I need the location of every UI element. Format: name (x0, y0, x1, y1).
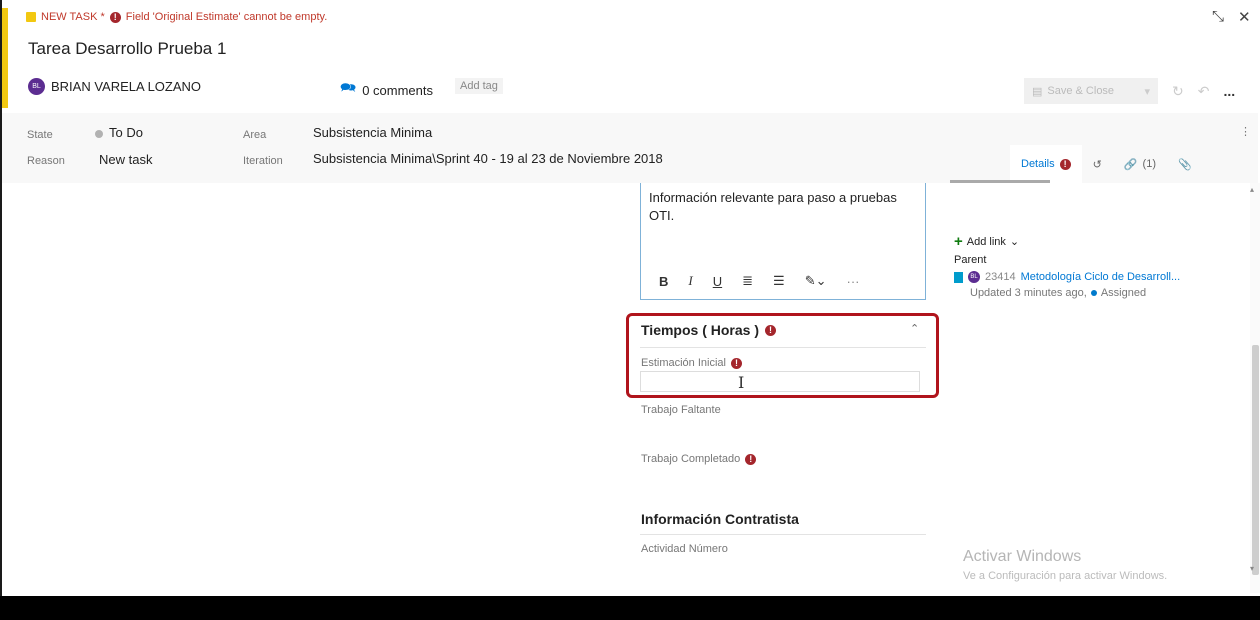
bold-button[interactable]: B (659, 274, 668, 289)
error-icon: ! (1059, 158, 1071, 170)
state-label: State (27, 129, 53, 141)
add-link-button[interactable]: + Add link ⌄ (954, 233, 1019, 250)
watermark-title: Activar Windows (963, 548, 1082, 565)
bottom-bar (0, 596, 1260, 620)
toolbar: ▤ Save & Close ▾ ↻ ↶ ... (1024, 78, 1235, 104)
comments-link[interactable]: 🗪 0 comments (340, 79, 433, 101)
tab-bar: Details ! ↺ 🔗 (1) 📎 (1010, 145, 1203, 183)
iteration-field[interactable]: Subsistencia Minima\Sprint 40 - 19 al 23… (313, 151, 663, 166)
avatar: BL (968, 271, 980, 283)
task-color-bar (2, 8, 8, 108)
iteration-label: Iteration (243, 155, 283, 167)
trabajo-completado-text: Trabajo Completado (641, 453, 741, 465)
tab-details-label: Details (1021, 158, 1055, 170)
state-dot-icon (95, 129, 103, 138)
plus-icon: + (954, 233, 963, 250)
error-icon: ! (745, 453, 757, 465)
links-count: (1) (1142, 158, 1156, 170)
assigned-to[interactable]: BL BRIAN VARELA LOZANO (28, 78, 201, 95)
reason-field[interactable]: New task (99, 152, 152, 167)
book-icon (954, 271, 963, 283)
related-work-heading (950, 180, 1050, 183)
error-message: Field 'Original Estimate' cannot be empt… (125, 11, 328, 23)
section-divider (640, 534, 926, 535)
link-icon: 🔗 (1123, 158, 1138, 171)
more-actions-icon[interactable]: ... (1223, 83, 1235, 99)
work-item-title[interactable]: Tarea Desarrollo Prueba 1 (28, 39, 226, 59)
avatar: BL (28, 78, 45, 95)
reason-label: Reason (27, 155, 65, 167)
scrollbar-thumb[interactable] (1252, 345, 1259, 575)
fields-more-icon[interactable]: ⋮ (1240, 125, 1251, 138)
tab-history[interactable]: ↺ (1082, 145, 1113, 183)
comments-count: 0 comments (362, 82, 433, 98)
comment-icon: 🗪 (340, 80, 357, 95)
parent-heading: Parent (954, 254, 987, 266)
history-icon: ↺ (1092, 158, 1102, 171)
trabajo-faltante-label: Trabajo Faltante (641, 404, 721, 416)
close-icon[interactable]: ✕ (1238, 8, 1251, 26)
assigned-to-name: BRIAN VARELA LOZANO (51, 79, 202, 94)
undo-icon[interactable]: ↶ (1198, 83, 1210, 100)
updated-text: Updated 3 minutes ago, (970, 287, 1087, 299)
area-label: Area (243, 129, 267, 141)
trabajo-completado-label: Trabajo Completado ! (641, 453, 757, 465)
state-value: To Do (109, 125, 143, 140)
watermark-subtitle: Ve a Configuración para activar Windows. (963, 570, 1168, 582)
parent-link-row[interactable]: BL 23414 Metodología Ciclo de Desarroll.… (954, 271, 1180, 283)
bullet-list-icon[interactable]: ≣ (742, 273, 753, 289)
parent-updated: Updated 3 minutes ago, Assigned (970, 287, 1146, 299)
chevron-down-icon: ⌄ (1009, 236, 1020, 248)
description-editor[interactable]: Información relevante para paso a prueba… (640, 183, 926, 300)
save-close-button[interactable]: ▤ Save & Close ▾ (1024, 78, 1158, 104)
save-close-label: Save & Close (1047, 85, 1115, 97)
scroll-down-icon[interactable]: ▾ (1250, 564, 1254, 573)
add-tag-button[interactable]: Add tag (455, 78, 503, 94)
task-type-icon (26, 12, 36, 22)
numbered-list-icon[interactable]: ☰ (773, 273, 785, 289)
status-dot-icon (1090, 290, 1097, 296)
work-item-type: NEW TASK * (41, 11, 105, 23)
parent-title-link[interactable]: Metodología Ciclo de Desarroll... (1021, 271, 1181, 283)
status-text: Assigned (1100, 287, 1147, 299)
add-link-label: Add link (966, 235, 1006, 248)
area-field[interactable]: Subsistencia Minima (313, 125, 432, 140)
more-format-button[interactable]: ··· (846, 274, 859, 289)
underline-button[interactable]: U (713, 274, 722, 289)
highlight-annotation (626, 313, 939, 398)
scroll-up-icon[interactable]: ▴ (1250, 185, 1254, 194)
tab-attachments[interactable]: 📎 (1167, 145, 1203, 183)
actividad-numero-label: Actividad Número (641, 543, 728, 555)
save-icon: ▤ (1032, 85, 1043, 98)
description-text[interactable]: Información relevante para paso a prueba… (649, 189, 917, 225)
formatting-toolbar: B I U ≣ ☰ ✎⌄ ··· (659, 273, 859, 289)
highlight-icon[interactable]: ✎⌄ (805, 273, 827, 289)
error-icon: ! (109, 11, 121, 23)
italic-button[interactable]: I (688, 273, 692, 289)
paperclip-icon: 📎 (1178, 158, 1192, 171)
windows-activation-watermark: Activar Windows Ve a Configuración para … (963, 548, 1167, 582)
parent-id: 23414 (985, 271, 1016, 283)
tab-links[interactable]: 🔗 (1) (1113, 145, 1167, 183)
contratista-section-title: Información Contratista (641, 511, 799, 527)
refresh-icon[interactable]: ↻ (1172, 83, 1184, 100)
tab-details[interactable]: Details ! (1010, 145, 1082, 183)
restore-icon[interactable]: ⤡ (1212, 8, 1224, 25)
chevron-down-icon[interactable]: ▾ (1144, 85, 1150, 98)
header-status: NEW TASK * ! Field 'Original Estimate' c… (26, 11, 327, 23)
state-field[interactable]: To Do (95, 125, 143, 140)
